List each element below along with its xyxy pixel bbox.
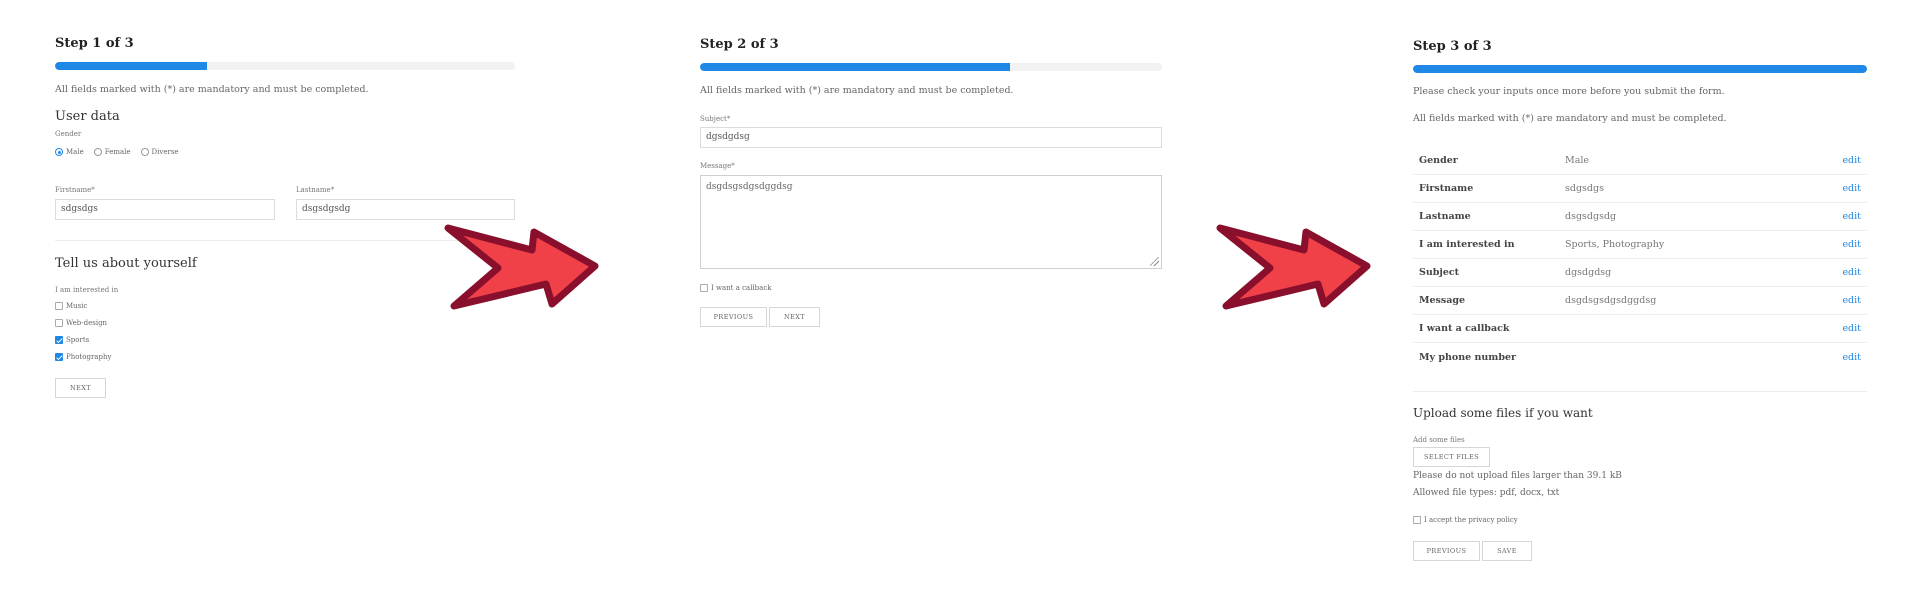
- add-files-label: Add some files: [1413, 436, 1465, 444]
- review-row: My phone number edit: [1413, 343, 1867, 371]
- gender-label: Gender: [55, 130, 82, 138]
- arrow-right-icon: [444, 224, 599, 310]
- review-label: Gender: [1419, 155, 1458, 166]
- review-label: Subject: [1419, 267, 1460, 278]
- step1-progress-fill: [55, 62, 207, 70]
- firstname-label: Firstname*: [55, 186, 95, 194]
- review-table: Gender Male edit Firstname sdgsdgs edit …: [1413, 147, 1867, 371]
- checkbox-photography-box[interactable]: [55, 353, 63, 361]
- radio-male-label: Male: [66, 148, 84, 156]
- radio-female-dot[interactable]: [93, 148, 102, 156]
- step2-progress-fill: [700, 63, 1010, 71]
- resize-handle-icon[interactable]: [1150, 257, 1159, 266]
- interest-checkbox-web-design[interactable]: Web-design: [55, 319, 107, 327]
- gender-radio-female[interactable]: Female: [93, 148, 131, 156]
- review-row: I am interested in Sports, Photography e…: [1413, 231, 1867, 259]
- save-button[interactable]: SAVE: [1482, 541, 1532, 561]
- divider: [1413, 391, 1867, 392]
- step2-progress-bar: [700, 63, 1162, 71]
- review-row: Lastname dsgsdgsdg edit: [1413, 203, 1867, 231]
- callback-checkbox-box[interactable]: [700, 284, 708, 292]
- section-title-user-data: User data: [55, 109, 120, 124]
- edit-link[interactable]: edit: [1837, 352, 1867, 363]
- firstname-field[interactable]: sdgsdgs: [55, 199, 275, 220]
- checkbox-web-design-label: Web-design: [66, 319, 108, 327]
- file-size-note: Please do not upload files larger than 3…: [1413, 471, 1622, 481]
- edit-link[interactable]: edit: [1837, 155, 1867, 166]
- radio-diverse-dot[interactable]: [140, 148, 149, 156]
- next-button[interactable]: NEXT: [769, 307, 820, 327]
- mandatory-note: All fields marked with (*) are mandatory…: [700, 85, 1014, 96]
- gender-radio-diverse[interactable]: Diverse: [140, 148, 179, 156]
- edit-link[interactable]: edit: [1837, 239, 1867, 250]
- step1-progress-bar: [55, 62, 515, 70]
- step3-title: Step 3 of 3: [1413, 39, 1492, 54]
- previous-button[interactable]: PREVIOUS: [1413, 541, 1480, 561]
- review-value: dgsdgdsg: [1565, 267, 1612, 278]
- privacy-checkbox-box[interactable]: [1413, 516, 1421, 524]
- review-label: I want a callback: [1419, 323, 1510, 334]
- review-label: I am interested in: [1419, 239, 1515, 250]
- edit-link[interactable]: edit: [1837, 295, 1867, 306]
- privacy-checkbox-label: I accept the privacy policy: [1424, 516, 1518, 524]
- mandatory-note: All fields marked with (*) are mandatory…: [1413, 113, 1727, 124]
- message-value: dsgdsgsdgsdggdsg: [706, 182, 793, 192]
- checkbox-sports-box[interactable]: [55, 336, 63, 344]
- checkbox-web-design-box[interactable]: [55, 319, 63, 327]
- file-types-note: Allowed file types: pdf, docx, txt: [1413, 488, 1560, 498]
- interest-checkbox-photography[interactable]: Photography: [55, 353, 111, 361]
- review-label: Firstname: [1419, 183, 1474, 194]
- review-label: Lastname: [1419, 211, 1471, 222]
- checkbox-music-label: Music: [66, 302, 88, 310]
- edit-link[interactable]: edit: [1837, 323, 1867, 334]
- privacy-policy-checkbox[interactable]: I accept the privacy policy: [1413, 516, 1518, 524]
- upload-heading: Upload some files if you want: [1413, 406, 1593, 420]
- review-value: sdgsdgs: [1565, 183, 1604, 194]
- review-row: I want a callback edit: [1413, 315, 1867, 343]
- step1-title: Step 1 of 3: [55, 36, 134, 51]
- review-row: Gender Male edit: [1413, 147, 1867, 175]
- radio-female-label: Female: [104, 148, 131, 156]
- review-value: Male: [1565, 155, 1590, 166]
- radio-diverse-label: Diverse: [151, 148, 179, 156]
- review-value: dsgdsgsdgsdggdsg: [1565, 295, 1657, 306]
- section-title-about: Tell us about yourself: [55, 256, 197, 271]
- interest-checkbox-music[interactable]: Music: [55, 302, 87, 310]
- review-value: dsgsdgsdg: [1565, 211, 1617, 222]
- interest-checkbox-sports[interactable]: Sports: [55, 336, 89, 344]
- review-label: My phone number: [1419, 351, 1517, 363]
- review-row: Subject dgsdgdsg edit: [1413, 259, 1867, 287]
- arrow-right-icon: [1216, 224, 1371, 310]
- step3-progress-bar: [1413, 65, 1867, 73]
- callback-checkbox[interactable]: I want a callback: [700, 284, 772, 292]
- lastname-field[interactable]: dsgsdgsdg: [296, 199, 515, 220]
- gender-radio-male[interactable]: Male: [55, 148, 84, 156]
- lastname-label: Lastname*: [296, 186, 335, 194]
- review-value: Sports, Photography: [1565, 239, 1665, 250]
- subject-field[interactable]: dgsdgdsg: [700, 127, 1162, 148]
- select-files-button[interactable]: SELECT FILES: [1413, 447, 1490, 467]
- interests-label: I am interested in: [55, 286, 119, 294]
- step2-title: Step 2 of 3: [700, 37, 779, 52]
- checkbox-music-box[interactable]: [55, 302, 63, 310]
- mandatory-note: All fields marked with (*) are mandatory…: [55, 84, 369, 95]
- gender-radio-group: Male Female Diverse: [55, 148, 179, 156]
- message-label: Message*: [700, 162, 735, 170]
- review-row: Message dsgdsgsdgsdggdsg edit: [1413, 287, 1867, 315]
- review-label: Message: [1419, 295, 1466, 306]
- step3-progress-fill: [1413, 65, 1867, 73]
- subject-label: Subject*: [700, 115, 731, 123]
- message-textarea[interactable]: dsgdsgsdgsdggdsg: [700, 175, 1162, 269]
- radio-male-dot[interactable]: [55, 148, 63, 156]
- previous-button[interactable]: PREVIOUS: [700, 307, 767, 327]
- callback-checkbox-label: I want a callback: [711, 284, 772, 292]
- checkbox-photography-label: Photography: [66, 353, 112, 361]
- edit-link[interactable]: edit: [1837, 267, 1867, 278]
- edit-link[interactable]: edit: [1837, 183, 1867, 194]
- next-button[interactable]: NEXT: [55, 378, 106, 398]
- edit-link[interactable]: edit: [1837, 211, 1867, 222]
- checkbox-sports-label: Sports: [66, 336, 90, 344]
- check-inputs-note: Please check your inputs once more befor…: [1413, 86, 1725, 97]
- review-row: Firstname sdgsdgs edit: [1413, 175, 1867, 203]
